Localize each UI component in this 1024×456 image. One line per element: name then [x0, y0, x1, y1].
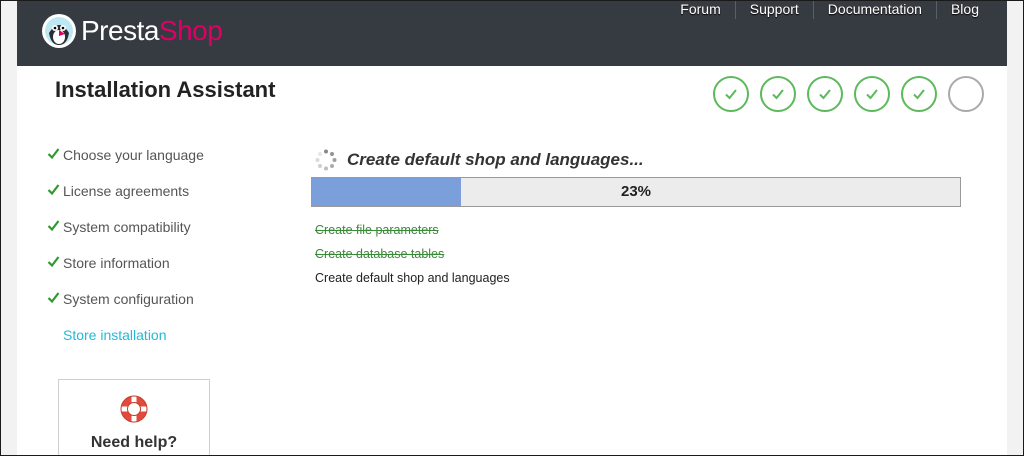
check-icon [47, 147, 63, 163]
check-circle-icon [713, 76, 749, 112]
install-task-list: Create file parameters Create database t… [315, 221, 510, 293]
sidebar-step-label: Choose your language [63, 147, 204, 163]
task-item-done: Create database tables [315, 247, 445, 261]
top-header: PrestaShop Forum Support Documentation B… [17, 1, 1007, 66]
help-label: Need help? [90, 434, 178, 451]
step-progress-indicator [713, 76, 984, 112]
check-circle-icon [807, 76, 843, 112]
top-nav: Forum Support Documentation Blog [666, 1, 1007, 19]
task-item-current: Create default shop and languages [315, 271, 510, 285]
check-icon [47, 291, 63, 307]
task-item-done: Create file parameters [315, 223, 439, 237]
sidebar-step-choose-language: Choose your language [47, 137, 267, 173]
check-circle-icon [854, 76, 890, 112]
sidebar-step-label: Store installation [63, 327, 167, 343]
check-icon [47, 219, 63, 235]
spinner-icon [315, 149, 337, 171]
check-icon [47, 183, 63, 199]
check-circle-icon [901, 76, 937, 112]
nav-link-blog[interactable]: Blog [935, 1, 1007, 19]
install-progress-bar: 23% [311, 177, 961, 207]
sidebar-step-compatibility: System compatibility [47, 209, 267, 245]
puffin-logo-icon [42, 14, 76, 48]
installation-steps-sidebar: Choose your language License agreements … [47, 137, 267, 353]
empty-circle-icon [948, 76, 984, 112]
install-status: Create default shop and languages... [315, 149, 644, 171]
sidebar-step-label: Store information [63, 255, 170, 271]
progress-label: 23% [620, 183, 652, 200]
window-frame: PrestaShop Forum Support Documentation B… [0, 0, 1024, 456]
status-text: Create default shop and languages... [347, 150, 644, 169]
sidebar-step-store-info: Store information [47, 245, 267, 281]
nav-link-documentation[interactable]: Documentation [812, 1, 936, 19]
check-circle-icon [760, 76, 796, 112]
sidebar-step-license: License agreements [47, 173, 267, 209]
sidebar-step-system-config: System configuration [47, 281, 267, 317]
page-title: Installation Assistant [55, 77, 276, 102]
nav-link-forum[interactable]: Forum [666, 1, 734, 19]
life-ring-icon [120, 395, 148, 423]
nav-link-support[interactable]: Support [734, 1, 813, 19]
sidebar-step-label: License agreements [63, 183, 190, 199]
sidebar-step-label: System compatibility [63, 219, 191, 235]
logo-text-shop: Shop [158, 15, 223, 46]
installer-page: PrestaShop Forum Support Documentation B… [17, 1, 1007, 455]
sidebar-step-store-installation: Store installation [47, 317, 267, 353]
logo-text-presta: Presta [81, 15, 159, 46]
check-icon [47, 255, 63, 271]
help-box[interactable]: Need help? [58, 379, 210, 455]
prestashop-logo[interactable]: PrestaShop [41, 13, 223, 49]
sidebar-step-label: System configuration [63, 291, 194, 307]
